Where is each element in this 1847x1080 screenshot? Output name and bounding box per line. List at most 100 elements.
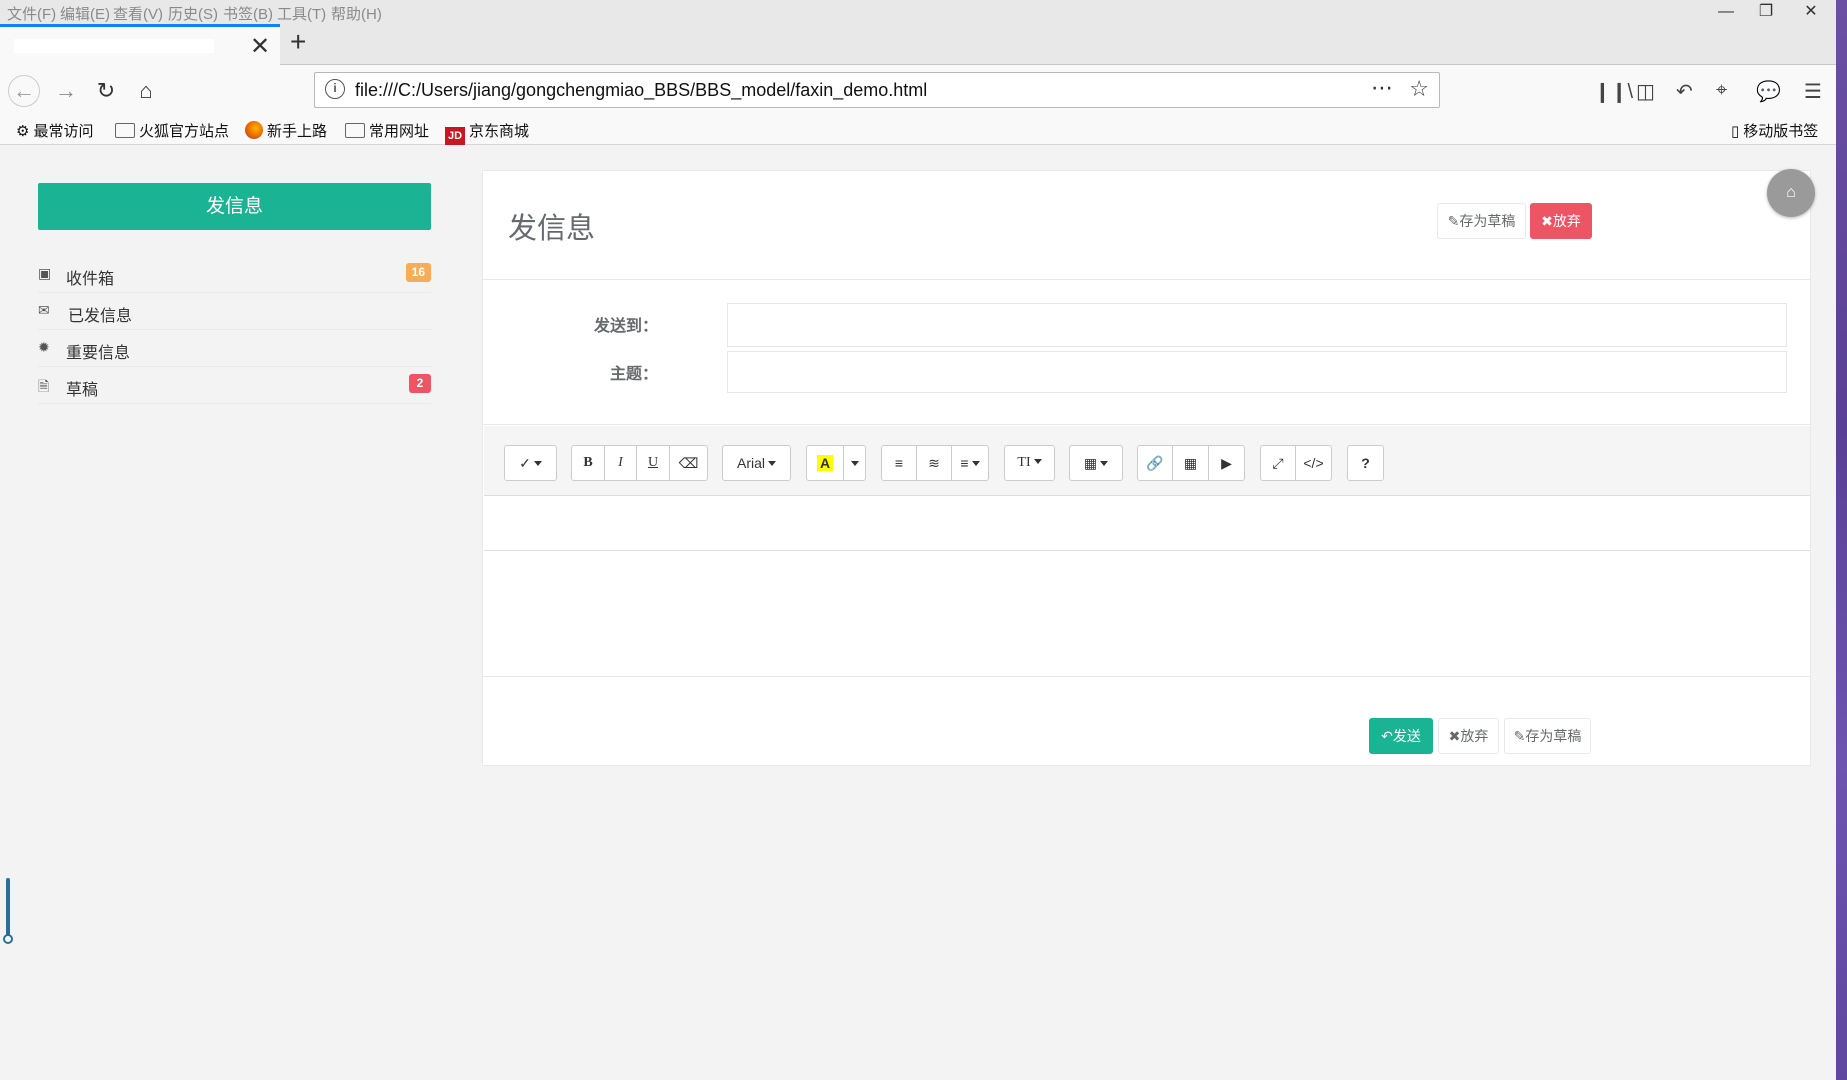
editor-spacer [483,551,1810,677]
hamburger-menu-icon[interactable]: ☰ [1804,79,1822,104]
url-bar[interactable]: i file:///C:/Users/jiang/gongchengmiao_B… [314,72,1440,108]
firefox-icon [245,121,263,139]
menu-view[interactable]: 查看(V) [113,3,163,24]
highlight-color-button[interactable]: A [806,445,844,481]
recipient-field[interactable] [727,303,1787,347]
menu-help[interactable]: 帮助(H) [331,3,382,24]
compose-message-button[interactable]: 发信息 [38,183,431,230]
bookmark-most-visited[interactable]: ⚙ 最常访问 [16,120,93,141]
menu-bookmarks[interactable]: 书签(B) [223,3,273,24]
numbered-list-icon: ≋ [928,455,940,471]
chevron-down-icon [1033,459,1042,464]
italic-button[interactable]: I [604,445,637,481]
bookmark-firefox-site[interactable]: 火狐官方站点 [115,120,229,141]
menu-history[interactable]: 历史(S) [168,3,218,24]
draft-count-badge: 2 [409,374,431,393]
bookmark-common-sites[interactable]: 常用网址 [345,120,429,141]
ordered-list-button[interactable]: ≋ [916,445,952,481]
insert-video-button[interactable]: ▶ [1208,445,1245,481]
bookmark-jd-mall[interactable]: JD 京东商城 [445,120,529,145]
subject-input[interactable] [728,352,1786,392]
folder-item-important[interactable]: ✹ 重要信息 [38,330,431,367]
screenshot-crop-icon[interactable]: ⌖ [1716,79,1727,102]
close-icon: ✖ [1541,213,1553,229]
subject-label: 主题： [609,366,658,383]
font-size-dropdown[interactable]: TI [1004,445,1055,481]
help-button[interactable]: ? [1347,445,1384,481]
menu-file[interactable]: 文件(F) [7,3,56,24]
unread-count-badge: 16 [405,263,431,282]
clear-format-button[interactable]: ⌫ [669,445,708,481]
send-button[interactable]: ↶发送 [1369,718,1433,754]
page-content: 发信息 ▣ 收件箱 16 ✉ 已发信息 ✹ 重要信息 🗎 草稿 2 发信息 ✎存… [0,146,1836,1080]
browser-menubar: 文件(F) 编辑(E) 查看(V) 历史(S) 书签(B) 工具(T) 帮助(H… [0,0,1836,24]
unordered-list-button[interactable]: ≡ [881,445,917,481]
code-view-button[interactable]: </> [1295,445,1332,481]
edge-scroll-handle[interactable] [3,878,13,948]
page-info-icon[interactable]: i [325,79,345,99]
underline-button[interactable]: U [636,445,670,481]
pencil-icon: ✎ [1513,728,1526,744]
chat-bubble-icon[interactable]: 💬 [1756,79,1781,104]
envelope-icon: ✉ [38,302,50,318]
reload-icon[interactable]: ↻ [90,75,122,107]
library-icon[interactable]: ❙❙\ [1594,79,1633,104]
color-dropdown-button[interactable] [843,445,866,481]
code-icon: </> [1303,455,1324,471]
message-editor[interactable] [484,497,1810,551]
folder-label: 已发信息 [68,308,133,325]
page-actions-icon[interactable]: ⋯ [1371,75,1393,101]
new-tab-icon[interactable]: + [290,26,306,58]
save-draft-button-top[interactable]: ✎存为草稿 [1437,203,1526,239]
menu-edit[interactable]: 编辑(E) [60,3,110,24]
folder-item-drafts[interactable]: 🗎 草稿 2 [38,367,431,404]
subject-field[interactable] [727,351,1787,393]
folder-item-sent[interactable]: ✉ 已发信息 [38,293,431,330]
style-dropdown-button[interactable]: ✓ [504,445,557,481]
menu-tools[interactable]: 工具(T) [277,3,326,24]
file-icon: 🗎 [38,378,50,394]
home-icon[interactable]: ⌂ [130,75,162,107]
save-draft-button-bottom[interactable]: ✎存为草稿 [1504,718,1591,754]
handle-knob[interactable] [3,934,13,944]
discard-button-top[interactable]: ✖放弃 [1530,203,1592,239]
folder-icon [345,123,365,138]
paragraph-align-dropdown[interactable]: ≡ [951,445,989,481]
eraser-icon: ⌫ [678,455,699,471]
back-icon[interactable]: ← [8,75,40,107]
discard-button-bottom[interactable]: ✖放弃 [1438,718,1499,754]
window-close-icon[interactable]: ✕ [1786,0,1836,24]
insert-link-button[interactable]: 🔗 [1137,445,1173,481]
tab-close-icon[interactable]: ✕ [250,32,270,61]
home-icon: ⌂ [1786,184,1796,201]
font-size-icon: TI [1017,455,1031,470]
url-text[interactable]: file:///C:/Users/jiang/gongchengmiao_BBS… [355,80,927,101]
table-dropdown[interactable]: ▦ [1069,445,1123,481]
forward-icon[interactable]: → [50,75,82,107]
font-family-dropdown[interactable]: Arial [722,445,791,481]
active-tab[interactable]: ✕ [0,24,280,65]
compose-header: 发信息 ✎存为草稿 ✖放弃 ⌂ [483,169,1815,280]
page-title: 发信息 [508,213,596,245]
bookmark-mobile[interactable]: ▯ 移动版书签 [1731,120,1818,141]
sidebar-toggle-icon[interactable]: ◫ [1636,79,1655,104]
pencil-icon: ✎ [1447,213,1460,229]
fullscreen-button[interactable]: ⤢ [1260,445,1296,481]
reply-icon: ↶ [1381,728,1393,744]
folder-item-inbox[interactable]: ▣ 收件箱 16 [38,256,431,293]
compose-form: 发送到： 主题： [483,281,1810,425]
undo-icon[interactable]: ↶ [1676,79,1693,104]
bold-button[interactable]: B [571,445,605,481]
restore-icon[interactable]: ❐ [1746,0,1786,24]
desktop-background-edge [1836,0,1847,1080]
insert-picture-button[interactable]: ▦ [1172,445,1209,481]
minimize-icon[interactable]: — [1706,0,1746,24]
floating-home-button[interactable]: ⌂ [1767,169,1815,217]
close-icon: ✖ [1448,728,1461,744]
tab-title-blurred [14,39,214,53]
bookmark-getting-started[interactable]: 新手上路 [245,120,327,141]
bookmark-star-icon[interactable]: ☆ [1409,76,1429,102]
magic-wand-icon: ✓ [519,455,531,471]
recipient-label: 发送到： [593,318,658,335]
recipient-input[interactable] [728,304,1786,346]
